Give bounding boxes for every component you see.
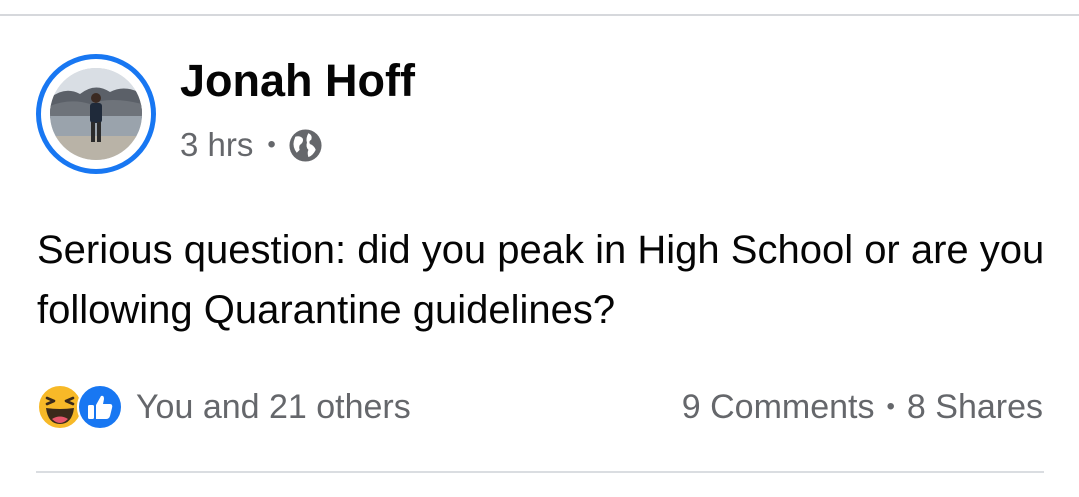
avatar[interactable]: [50, 68, 142, 160]
shares-count[interactable]: 8 Shares: [907, 388, 1043, 427]
author-name[interactable]: Jonah Hoff: [180, 55, 415, 107]
comments-count[interactable]: 9 Comments: [682, 388, 875, 427]
globe-icon[interactable]: [288, 128, 323, 163]
like-icon: [76, 383, 124, 431]
reactions-summary[interactable]: You and 21 others: [36, 384, 411, 430]
bottom-divider: [36, 471, 1044, 473]
post-stats: 9 Comments • 8 Shares: [682, 384, 1043, 430]
meta-separator: •: [267, 131, 276, 158]
reaction-count[interactable]: You and 21 others: [136, 388, 411, 427]
stats-separator: •: [886, 393, 895, 420]
post-meta: 3 hrs •: [180, 125, 323, 165]
post-text: Serious question: did you peak in High S…: [37, 228, 1045, 332]
top-divider: [0, 14, 1079, 16]
post-timestamp[interactable]: 3 hrs: [180, 126, 253, 164]
